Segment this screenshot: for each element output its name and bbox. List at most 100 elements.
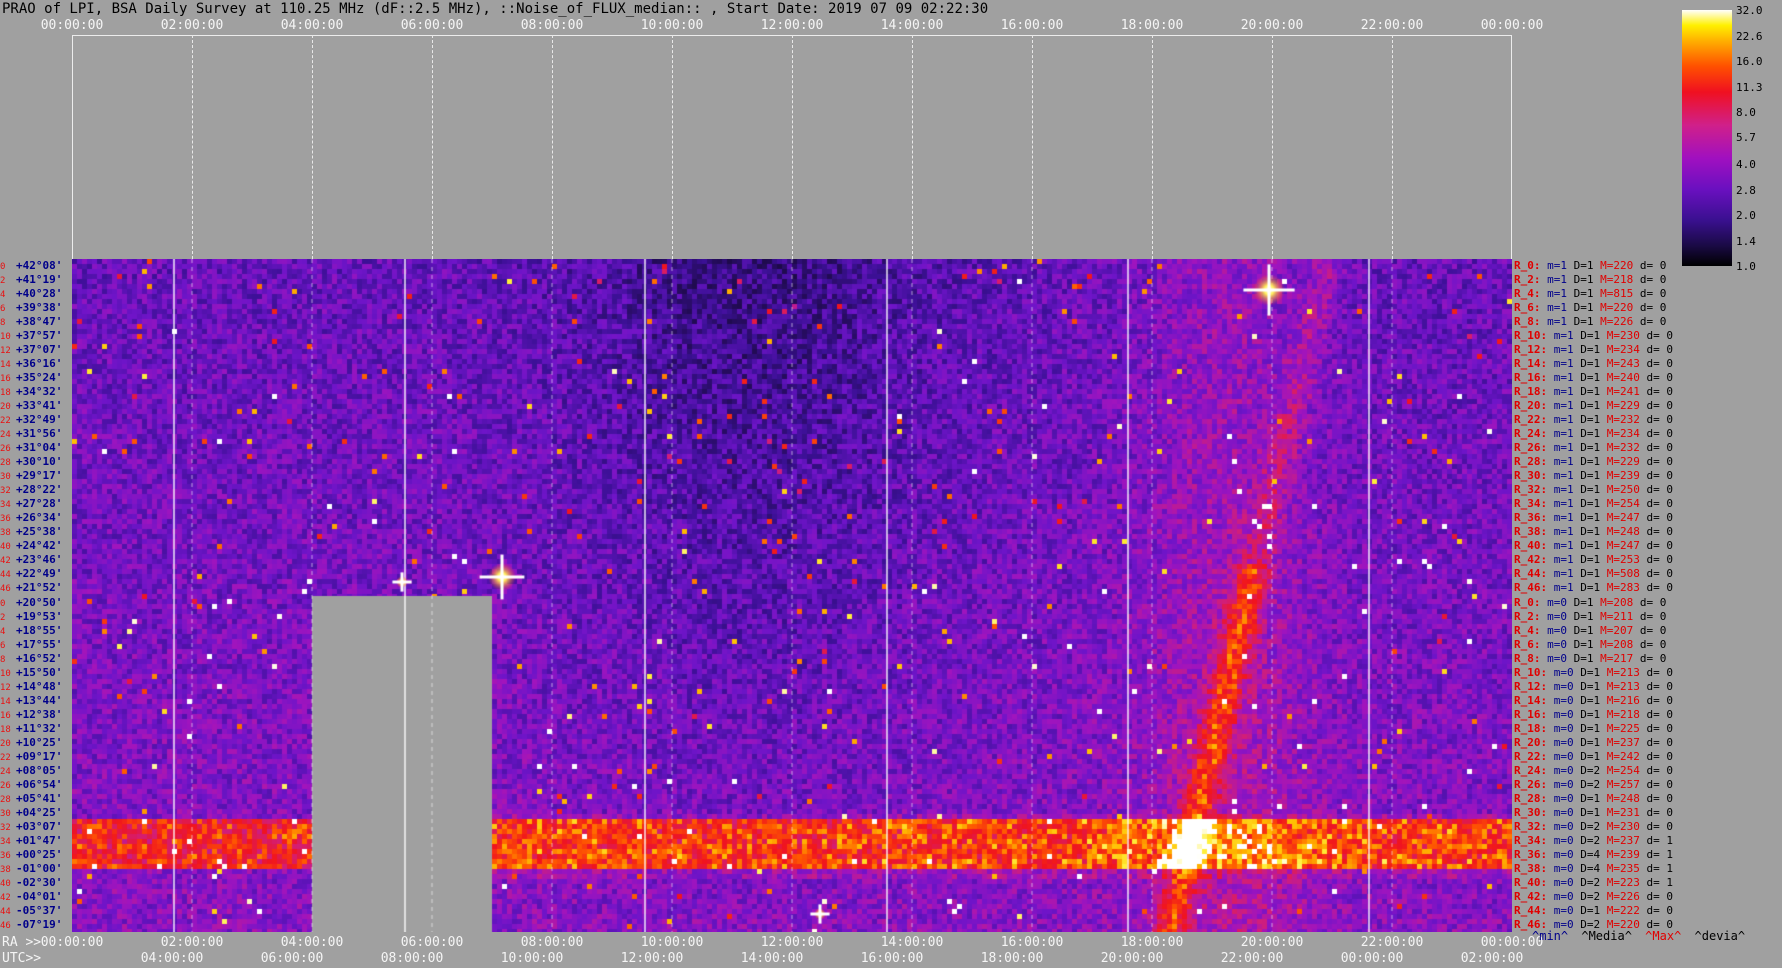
declination-value: +17°55'	[16, 637, 63, 651]
stat-min: m=1	[1553, 441, 1581, 455]
stat-min: m=0	[1547, 609, 1574, 623]
utc-axis: UTC>> 04:00:00 06:00:00 08:00:00 10:00:00 12…	[0, 951, 1782, 967]
declination-label: 4 +18°55'	[0, 624, 62, 638]
row-stat: R_2: m=1 D=1 M=218 d= 0	[1514, 273, 1666, 287]
declination-row-index: 12	[0, 682, 11, 693]
declination-value: +40°28'	[16, 287, 63, 301]
upper-gridline	[432, 35, 433, 259]
stat-min: m=0	[1553, 861, 1581, 875]
stat-row-name: R_38:	[1514, 861, 1554, 875]
stat-min: m=1	[1547, 259, 1574, 272]
legend-min: ^min^	[1532, 929, 1569, 943]
declination-row-index: 14	[0, 696, 11, 707]
declination-label: 0 +42°08'	[0, 259, 62, 273]
stat-min: m=0	[1553, 889, 1581, 903]
stat-devia: d= 0	[1646, 679, 1674, 693]
heatmap-area	[72, 259, 1512, 932]
row-stat: R_38: m=1 D=1 M=248 d= 0	[1514, 525, 1673, 539]
declination-row-index: 14	[0, 360, 11, 371]
top-axis-tick: 02:00:00	[160, 18, 224, 33]
declination-value: -05°37'	[16, 903, 63, 917]
declination-label: 2 +41°19'	[0, 273, 62, 287]
stat-max: M=208	[1600, 637, 1640, 651]
declination-row-index: 34	[0, 500, 11, 511]
declination-label: 14 +13°44'	[0, 694, 62, 708]
stat-row-name: R_10:	[1514, 665, 1554, 679]
stat-min: m=1	[1553, 483, 1581, 497]
stat-devia: d= 0	[1639, 287, 1667, 301]
utc-axis-prefix: UTC>>	[2, 951, 42, 966]
stat-min: m=1	[1547, 287, 1574, 301]
declination-value: +19°53'	[16, 609, 63, 623]
stat-media: D=1	[1580, 329, 1607, 343]
declination-row-index: 38	[0, 864, 11, 875]
row-stat: R_42: m=1 D=1 M=253 d= 0	[1514, 553, 1673, 567]
stat-min: m=0	[1553, 735, 1581, 749]
stat-devia: d= 0	[1646, 903, 1674, 917]
stat-devia: d= 0	[1639, 315, 1667, 329]
utc-axis-tick: 04:00:00	[140, 951, 204, 966]
colorbar-tick: 16.0	[1736, 55, 1763, 69]
stat-min: m=1	[1553, 581, 1581, 595]
declination-value: +37°07'	[16, 343, 63, 357]
declination-label: 20 +10°25'	[0, 736, 62, 750]
legend-media: ^Media^	[1581, 929, 1632, 943]
row-stat: R_26: m=1 D=1 M=232 d= 0	[1514, 441, 1673, 455]
stat-min: m=0	[1553, 721, 1581, 735]
declination-row-index: 24	[0, 766, 11, 777]
stat-devia: d= 0	[1646, 483, 1674, 497]
stat-min: m=1	[1553, 553, 1581, 567]
declination-value: +18°55'	[16, 623, 63, 637]
stat-media: D=1	[1580, 749, 1607, 763]
row-stat: R_22: m=0 D=1 M=242 d= 0	[1514, 750, 1673, 764]
stat-min: m=0	[1547, 595, 1574, 609]
ra-axis-prefix: RA >>	[2, 935, 42, 950]
ra-axis: RA >> 00:00:00 02:00:00 04:00:00 06:00:00 08…	[0, 935, 1782, 951]
declination-value: +35°24'	[16, 371, 63, 385]
stat-max: M=216	[1606, 693, 1647, 707]
stat-row-name: R_2:	[1514, 609, 1548, 623]
stat-row-name: R_18:	[1514, 385, 1554, 399]
stat-media: D=1	[1573, 595, 1601, 609]
declination-row-index: 22	[0, 752, 11, 763]
stat-max: M=220	[1600, 259, 1640, 272]
declination-label: 46 -07°19'	[0, 918, 62, 932]
stat-max: M=234	[1606, 427, 1647, 441]
declination-value: +14°48'	[16, 679, 63, 693]
declination-value: +16°52'	[16, 651, 63, 665]
stat-devia: d= 0	[1646, 735, 1674, 749]
row-stat: R_34: m=0 D=2 M=237 d= 1	[1514, 834, 1673, 848]
declination-label: 24 +08°05'	[0, 764, 62, 778]
ra-axis-tick: 08:00:00	[520, 935, 584, 950]
colorbar-tick: 5.7	[1736, 131, 1756, 145]
declination-value: +22°49'	[16, 567, 63, 581]
declination-row-index: 32	[0, 822, 11, 833]
declination-label: 40 +24°42'	[0, 539, 62, 553]
stat-row-name: R_44:	[1514, 567, 1554, 581]
top-axis-tick: 06:00:00	[400, 18, 464, 33]
declination-label: 6 +17°55'	[0, 638, 62, 652]
stat-media: D=1	[1580, 581, 1607, 595]
stat-media: D=1	[1573, 315, 1601, 329]
stat-min: m=1	[1553, 399, 1581, 413]
ra-axis-tick: 02:00:00	[160, 935, 224, 950]
declination-label: 36 +00°25'	[0, 848, 62, 862]
stat-row-name: R_24:	[1514, 427, 1554, 441]
declination-row-index: 30	[0, 472, 11, 483]
stat-row-name: R_6:	[1514, 637, 1548, 651]
stat-min: m=1	[1547, 301, 1574, 315]
declination-value: +24°42'	[16, 539, 63, 553]
declination-label: 38 +25°38'	[0, 525, 62, 539]
stat-min: m=1	[1553, 469, 1581, 483]
declination-row-index: 20	[0, 738, 11, 749]
colorbar-tick: 11.3	[1736, 80, 1763, 94]
upper-gridline	[1272, 35, 1273, 259]
declination-row-index: 42	[0, 556, 11, 567]
declination-label: 32 +03°07'	[0, 820, 62, 834]
stat-media: D=1	[1573, 651, 1601, 665]
declination-value: +25°38'	[16, 525, 63, 539]
stat-max: M=207	[1600, 623, 1640, 637]
declination-value: +32°49'	[16, 413, 63, 427]
stat-min: m=1	[1553, 413, 1581, 427]
upper-gridline	[792, 35, 793, 259]
